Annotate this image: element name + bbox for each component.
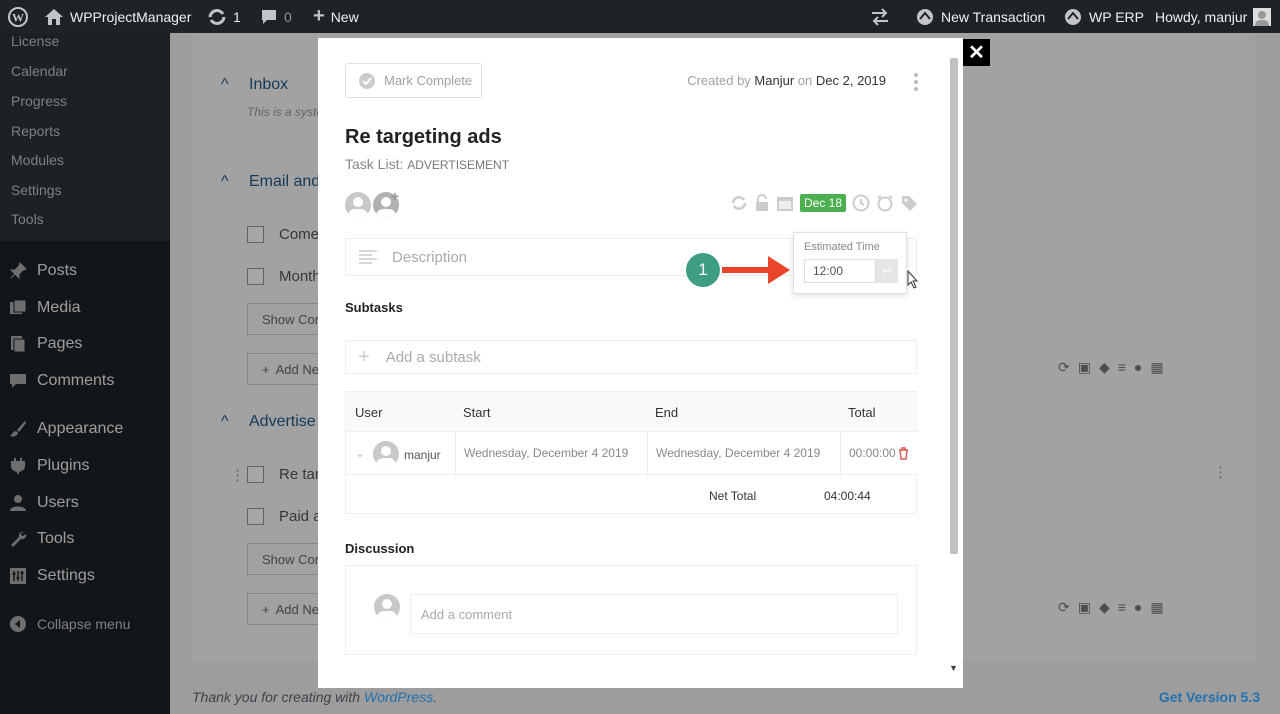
cell-divider bbox=[647, 432, 648, 476]
net-total-label: Net Total bbox=[709, 489, 757, 503]
account-link[interactable]: Howdy, manjur bbox=[1155, 0, 1272, 33]
cell-divider bbox=[455, 432, 456, 476]
time-log-header bbox=[346, 392, 918, 431]
net-total-value: 04:00:44 bbox=[824, 489, 871, 503]
erp-icon bbox=[917, 8, 933, 25]
task-list-label: Task List: bbox=[345, 156, 404, 172]
mouse-cursor-icon bbox=[907, 270, 919, 289]
plus-icon: + bbox=[391, 188, 400, 204]
discussion-heading: Discussion bbox=[345, 541, 415, 556]
swap-icon[interactable] bbox=[869, 0, 891, 33]
footer-thanks-prefix: Thank you for creating with bbox=[192, 689, 361, 705]
log-end: Wednesday, December 4 2019 bbox=[656, 446, 821, 460]
estimated-time-popup: Estimated Time 12:00 ↩ bbox=[793, 232, 907, 294]
repeat-icon[interactable] bbox=[730, 194, 748, 212]
assignee-avatar[interactable] bbox=[345, 192, 371, 218]
red-arrow-icon bbox=[722, 256, 790, 284]
get-version-link[interactable]: Get Version 5.3 bbox=[1159, 689, 1260, 705]
erp-logo-icon bbox=[1065, 8, 1081, 25]
log-user: manjur bbox=[404, 448, 441, 462]
scroll-down-arrow-icon[interactable]: ▼ bbox=[949, 663, 958, 673]
due-date-badge[interactable]: Dec 18 bbox=[800, 194, 847, 212]
scrollbar-thumb[interactable] bbox=[950, 58, 958, 554]
svg-text:W: W bbox=[12, 10, 24, 24]
add-subtask-input[interactable]: + Add a subtask bbox=[345, 340, 917, 374]
add-comment-input[interactable]: Add a comment bbox=[410, 594, 898, 634]
clock-icon[interactable] bbox=[852, 194, 870, 212]
updates-link[interactable]: 1 bbox=[207, 0, 241, 33]
footer-thanks: Thank you for creating with WordPress. bbox=[192, 689, 437, 705]
tag-icon[interactable] bbox=[900, 194, 918, 212]
discussion-box: Add a comment bbox=[345, 565, 917, 655]
subtasks-heading: Subtasks bbox=[345, 300, 403, 315]
created-by-user: Manjur bbox=[754, 73, 795, 88]
created-on: on bbox=[797, 73, 813, 88]
subtask-placeholder: Add a subtask bbox=[385, 348, 481, 366]
wordpress-logo-icon[interactable]: W bbox=[8, 0, 28, 33]
col-user: User bbox=[355, 405, 383, 420]
col-start: Start bbox=[463, 405, 491, 420]
col-total: Total bbox=[848, 405, 876, 420]
cell-divider bbox=[840, 432, 841, 476]
wordpress-link[interactable]: WordPress bbox=[364, 689, 433, 705]
user-avatar bbox=[373, 441, 399, 467]
updates-count: 1 bbox=[233, 8, 241, 25]
enter-icon[interactable]: ↩ bbox=[876, 259, 898, 283]
footer-thanks-suffix: . bbox=[433, 689, 438, 705]
task-toolbar: Dec 18 bbox=[730, 194, 918, 212]
howdy-label: Howdy, manjur bbox=[1155, 8, 1248, 25]
wp-erp-link[interactable]: WP ERP bbox=[1063, 0, 1144, 33]
task-list-name[interactable]: ADVERTISEMENT bbox=[407, 158, 509, 172]
task-title[interactable]: Re targeting ads bbox=[345, 126, 502, 149]
task-options-kebab-icon[interactable] bbox=[914, 73, 918, 91]
calendar-icon[interactable] bbox=[776, 194, 794, 212]
modal-scrollbar[interactable]: ▼ bbox=[949, 54, 959, 673]
check-circle-icon bbox=[359, 72, 375, 89]
admin-bar: W WPProjectManager 1 0 + New New Transac… bbox=[0, 0, 1280, 33]
created-by-prefix: Created by bbox=[687, 73, 751, 88]
wp-erp-label: WP ERP bbox=[1089, 8, 1144, 25]
created-date: Dec 2, 2019 bbox=[815, 73, 886, 88]
mark-complete-button[interactable]: Mark Complete bbox=[345, 63, 482, 98]
new-transaction-link[interactable]: New Transaction bbox=[915, 0, 1045, 33]
alarm-icon[interactable] bbox=[876, 194, 894, 212]
estimated-time-label: Estimated Time bbox=[804, 241, 880, 253]
task-detail-modal: Mark Complete Created by Manjur on Dec 2… bbox=[318, 38, 963, 688]
time-log-row: ⌄ manjur Wednesday, December 4 2019 Wedn… bbox=[346, 431, 918, 476]
description-placeholder: Description bbox=[392, 248, 468, 266]
new-transaction-label: New Transaction bbox=[941, 8, 1046, 25]
commenter-avatar bbox=[374, 594, 400, 620]
description-icon bbox=[359, 250, 377, 264]
new-content-link[interactable]: + New bbox=[313, 0, 359, 33]
updates-icon bbox=[208, 8, 226, 25]
trash-icon[interactable] bbox=[898, 447, 909, 460]
comments-link[interactable]: 0 bbox=[260, 0, 292, 33]
user-avatar bbox=[1253, 7, 1272, 26]
created-by-info: Created by Manjur on Dec 2, 2019 bbox=[687, 73, 886, 88]
close-icon[interactable]: ✕ bbox=[963, 39, 990, 66]
chevron-down-icon[interactable]: ⌄ bbox=[355, 446, 365, 460]
site-name-link[interactable]: WPProjectManager bbox=[44, 0, 191, 33]
col-end: End bbox=[655, 405, 679, 420]
task-list-info: Task List: ADVERTISEMENT bbox=[345, 156, 509, 172]
comment-bubble-icon bbox=[262, 9, 276, 24]
log-start: Wednesday, December 4 2019 bbox=[464, 446, 629, 460]
new-label: New bbox=[330, 8, 359, 25]
site-name: WPProjectManager bbox=[70, 8, 192, 25]
time-log-table: User Start End Total ⌄ manjur Wednesday,… bbox=[345, 391, 918, 514]
lock-icon[interactable] bbox=[754, 194, 770, 212]
comments-count: 0 bbox=[284, 8, 292, 25]
plus-icon: + bbox=[358, 345, 370, 368]
estimated-time-input[interactable]: 12:00 bbox=[804, 259, 876, 283]
home-icon bbox=[45, 8, 63, 25]
log-total: 00:00:00 bbox=[849, 446, 896, 460]
step-marker: 1 bbox=[686, 253, 720, 287]
plus-icon: + bbox=[313, 5, 325, 27]
mark-complete-label: Mark Complete bbox=[384, 73, 473, 88]
